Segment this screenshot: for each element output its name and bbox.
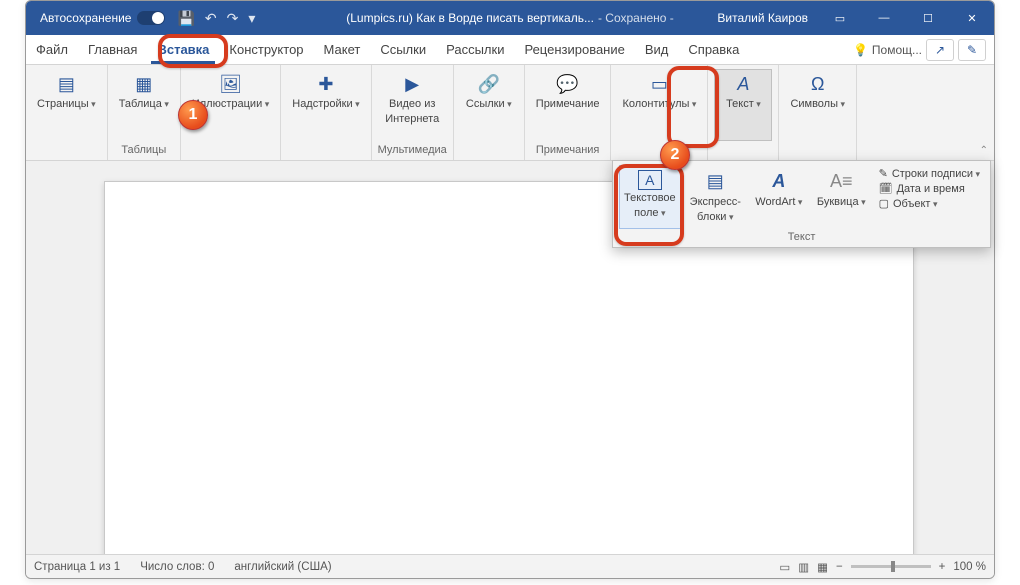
object-button[interactable]: ▢Объект <box>879 197 980 210</box>
quickparts-button[interactable]: ▤ Экспресс- блоки <box>685 165 746 229</box>
pages-button[interactable]: ▤ Страницы <box>32 69 101 141</box>
table-icon: ▦ <box>130 74 158 96</box>
collapse-ribbon-icon[interactable]: ⌃ <box>980 145 988 156</box>
doc-saved: - Сохранено - <box>598 11 674 25</box>
tab-design[interactable]: Конструктор <box>219 35 313 64</box>
quickparts-icon: ▤ <box>701 170 729 194</box>
table-button[interactable]: ▦ Таблица <box>114 69 174 141</box>
tab-references[interactable]: Ссылки <box>370 35 436 64</box>
tables-group-label: Таблицы <box>121 142 166 160</box>
text-button[interactable]: A Текст <box>714 69 772 141</box>
illustrations-button[interactable]: 🖼 Иллюстрации <box>187 69 274 141</box>
tab-file[interactable]: Файл <box>26 35 78 64</box>
links-icon: 🔗 <box>475 74 503 96</box>
zoom-in-icon[interactable]: + <box>939 561 946 573</box>
doc-title: (Lumpics.ru) Как в Ворде писать вертикал… <box>346 11 594 25</box>
status-bar: Страница 1 из 1 Число слов: 0 английский… <box>26 554 994 578</box>
tellme-icon[interactable]: 💡 <box>853 43 868 57</box>
wordart-button[interactable]: A WordArt <box>750 165 808 229</box>
textbox-icon: A <box>638 170 662 190</box>
tab-layout[interactable]: Макет <box>314 35 371 64</box>
links-button[interactable]: 🔗 Ссылки <box>460 69 518 141</box>
tellme-label[interactable]: Помощ... <box>872 43 922 57</box>
addins-icon: ✚ <box>312 74 340 96</box>
datetime-button[interactable]: 🗓Дата и время <box>879 182 980 195</box>
headerfooter-icon: ▭ <box>645 74 673 96</box>
view-web-icon[interactable]: ▦ <box>817 560 828 574</box>
tab-insert[interactable]: Вставка <box>147 35 219 64</box>
comments-group-label: Примечания <box>536 142 600 160</box>
illustrations-icon: 🖼 <box>217 74 245 96</box>
ribbon-tabs: Файл Главная Вставка Конструктор Макет С… <box>26 35 994 65</box>
addins-button[interactable]: ✚ Надстройки <box>287 69 364 141</box>
symbols-icon: Ω <box>804 74 832 96</box>
autosave-label: Автосохранение <box>40 11 131 25</box>
zoom-out-icon[interactable]: − <box>836 561 843 573</box>
tab-review[interactable]: Рецензирование <box>514 35 634 64</box>
ribbon: ▤ Страницы ▦ Таблица Таблицы 🖼 Иллюстрац… <box>26 65 994 161</box>
headerfooter-button[interactable]: ▭ Колонтитулы <box>617 69 701 141</box>
status-language[interactable]: английский (США) <box>234 561 331 573</box>
wordart-icon: A <box>765 170 793 194</box>
titlebar: Автосохранение 💾 ↶ ↷ ▾ (Lumpics.ru) Как … <box>26 1 994 35</box>
zoom-slider[interactable] <box>851 565 931 568</box>
status-page[interactable]: Страница 1 из 1 <box>34 561 120 573</box>
text-group-label: Текст <box>619 229 984 247</box>
symbols-button[interactable]: Ω Символы <box>785 69 850 141</box>
tab-help[interactable]: Справка <box>678 35 749 64</box>
comment-button[interactable]: 💬 Примечание <box>531 69 605 141</box>
media-group-label: Мультимедиа <box>378 142 447 160</box>
pages-icon: ▤ <box>52 74 80 96</box>
video-icon: ▶ <box>398 74 426 96</box>
redo-icon[interactable]: ↷ <box>227 10 239 27</box>
text-popup: A Текстовое поле ▤ Экспресс- блоки A Wor… <box>612 160 991 248</box>
ribbon-display-icon[interactable]: ▭ <box>818 1 862 35</box>
text-icon: A <box>729 74 757 96</box>
tab-view[interactable]: Вид <box>635 35 679 64</box>
textbox-button[interactable]: A Текстовое поле <box>619 165 681 229</box>
maximize-icon[interactable]: ☐ <box>906 1 950 35</box>
save-icon[interactable]: 💾 <box>177 10 194 27</box>
dropcap-icon: A≡ <box>827 170 855 194</box>
view-print-icon[interactable]: ▥ <box>798 560 809 574</box>
signature-icon: ✎ <box>879 167 888 180</box>
close-icon[interactable]: ✕ <box>950 1 994 35</box>
status-words[interactable]: Число слов: 0 <box>140 561 214 573</box>
comment-icon: 💬 <box>554 74 582 96</box>
dropcap-button[interactable]: A≡ Буквица <box>812 165 871 229</box>
tab-mailings[interactable]: Рассылки <box>436 35 514 64</box>
online-video-button[interactable]: ▶ Видео из Интернета <box>380 69 444 141</box>
undo-icon[interactable]: ↶ <box>205 10 217 27</box>
qat-more-icon[interactable]: ▾ <box>248 10 255 27</box>
comments-button[interactable]: ✎ <box>958 39 986 61</box>
autosave-toggle[interactable] <box>137 11 165 25</box>
datetime-icon: 🗓 <box>879 182 893 195</box>
user-name[interactable]: Виталий Каиров <box>717 11 808 25</box>
minimize-icon[interactable]: — <box>862 1 906 35</box>
object-icon: ▢ <box>879 197 889 210</box>
zoom-value[interactable]: 100 % <box>953 561 986 573</box>
tab-home[interactable]: Главная <box>78 35 147 64</box>
signature-line-button[interactable]: ✎Строки подписи <box>879 167 980 180</box>
view-read-icon[interactable]: ▭ <box>779 560 790 574</box>
share-button[interactable]: ↗ <box>926 39 954 61</box>
